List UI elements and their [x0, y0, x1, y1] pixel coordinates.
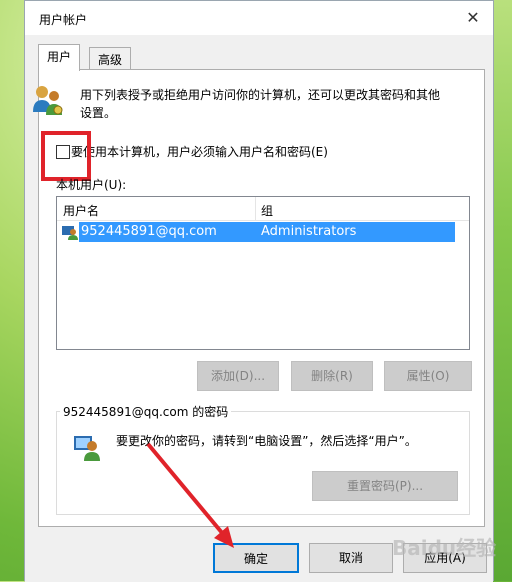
remove-user-button[interactable]: 删除(R) [291, 361, 373, 391]
password-help-text: 要更改你的密码，请转到“电脑设置”，然后选择“用户”。 [116, 434, 417, 448]
user-password-icon [74, 436, 100, 461]
column-group[interactable]: 组 [261, 202, 273, 219]
ok-button[interactable]: 确定 [213, 543, 299, 573]
cell-group: Administrators [261, 224, 357, 239]
title-bar: 用户帐户 ✕ [25, 1, 493, 35]
table-row[interactable]: 952445891@qq.com Administrators [59, 222, 455, 242]
users-list[interactable]: 用户名 组 952445891@qq.com Administrators [56, 196, 470, 350]
properties-button[interactable]: 属性(O) [384, 361, 472, 391]
reset-password-button[interactable]: 重置密码(P)... [312, 471, 458, 501]
user-account-icon [62, 226, 78, 240]
description-text: 用下列表授予或拒绝用户访问你的计算机，还可以更改其密码和其他设置。 [80, 88, 441, 120]
local-users-label: 本机用户(U): [56, 178, 127, 192]
password-group-label: 952445891@qq.com 的密码 [60, 403, 232, 420]
tab-advanced[interactable]: 高级 [89, 47, 132, 71]
annotation-highlight-box [41, 131, 91, 181]
desktop-background [492, 0, 512, 581]
list-header: 用户名 组 [57, 197, 469, 221]
cancel-button[interactable]: 取消 [309, 543, 393, 573]
users-icon [33, 86, 63, 115]
cell-username: 952445891@qq.com [81, 224, 217, 239]
tab-users[interactable]: 用户 [38, 44, 81, 71]
column-separator [255, 197, 256, 220]
baidu-watermark: Baidu经验 [392, 536, 497, 560]
window-title: 用户帐户 [39, 13, 88, 27]
require-login-label[interactable]: 要使用本计算机，用户必须输入用户名和密码(E) [71, 143, 328, 160]
column-username[interactable]: 用户名 [63, 202, 99, 219]
close-icon[interactable]: ✕ [461, 6, 485, 30]
add-user-button[interactable]: 添加(D)... [197, 361, 279, 391]
